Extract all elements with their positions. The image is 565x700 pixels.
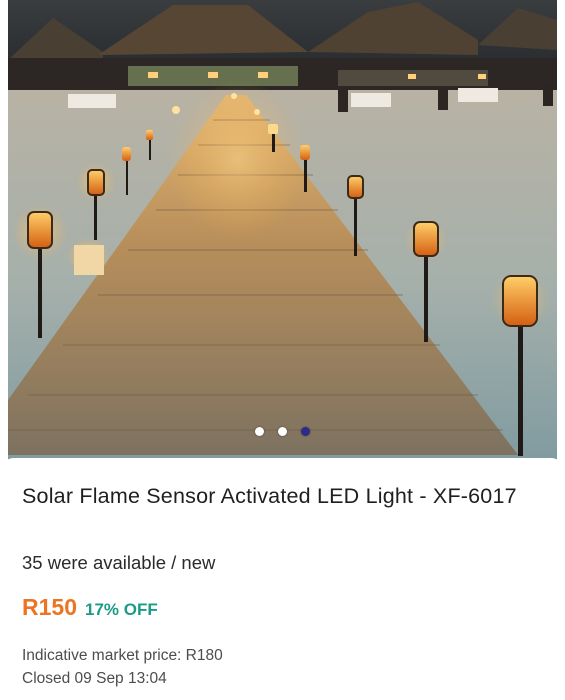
product-title: Solar Flame Sensor Activated LED Light -… [22,484,517,508]
boardwalk-photo [8,0,557,472]
product-details-card: Solar Flame Sensor Activated LED Light -… [0,458,565,700]
discount-badge: 17% OFF [84,600,158,619]
closed-date-text: Closed 09 Sep 13:04 [22,670,167,687]
carousel-dot-active[interactable] [301,427,310,436]
market-price-text: Indicative market price: R180 [22,647,223,664]
availability-text: 35 were available / new [22,552,216,573]
image-carousel-dots [0,425,565,439]
product-page: Solar Flame Sensor Activated LED Light -… [0,0,565,700]
price: R150 [22,594,77,620]
product-image[interactable] [8,0,557,472]
carousel-dot[interactable] [255,427,264,436]
carousel-dot[interactable] [278,427,287,436]
price-row: R150 17% OFF [22,594,158,621]
